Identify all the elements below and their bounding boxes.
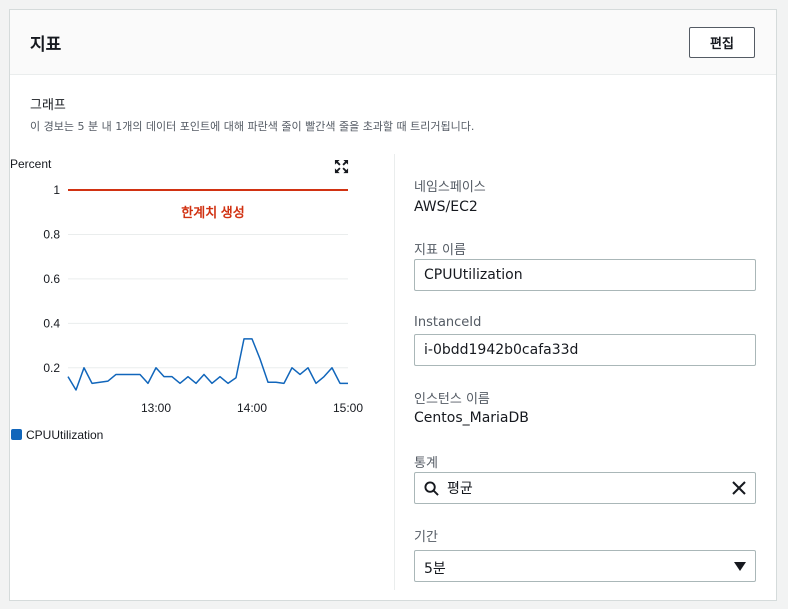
expand-icon[interactable] (334, 159, 349, 174)
y-tick-label: 0.8 (43, 227, 60, 241)
y-tick-label: 1 (53, 183, 60, 197)
x-tick-label: 14:00 (237, 401, 267, 415)
cpu-series-line (67, 338, 348, 391)
cpu-chart: Percent1 0.8 0.6 0.4 0.2 한계치 생성 13:00 14:00 15:0… (10, 157, 363, 442)
legend-swatch (11, 429, 22, 440)
metric-panel: 지표 편집 그래프 이 경보는 5 분 내 1개의 데이터 포인트에 대해 파란… (9, 9, 777, 601)
statistic-input[interactable] (447, 473, 717, 503)
instance-name-value: Centos_MariaDB (414, 410, 529, 426)
metric-name-label: 지표 이름 (414, 243, 466, 258)
threshold-label: 한계치 생성 (181, 205, 244, 220)
instance-name-label: 인스턴스 이름 (414, 392, 490, 407)
instance-id-label: InstanceId (414, 315, 482, 330)
edit-button[interactable]: 편집 (689, 27, 755, 58)
y-axis-label: Percent (10, 157, 52, 171)
statistic-search[interactable] (414, 472, 756, 504)
namespace-value: AWS/EC2 (414, 199, 478, 215)
close-icon[interactable] (731, 480, 747, 496)
section-divider (394, 154, 395, 590)
panel-title: 지표 (30, 35, 62, 55)
y-tick-label: 0.2 (43, 361, 60, 375)
metric-name-input[interactable] (414, 259, 756, 291)
y-tick-label: 0.4 (43, 316, 60, 330)
y-tick-label: 0.6 (43, 272, 60, 286)
period-select[interactable]: 5분 (414, 550, 756, 582)
period-value: 5분 (424, 561, 446, 577)
graph-description: 이 경보는 5 분 내 1개의 데이터 포인트에 대해 파란색 줄이 빨간색 줄… (30, 120, 475, 133)
chart-area: Percent 1 0.8 0.6 0.4 0.2 한계치 생성 13:00 14:00 15:0… (10, 150, 380, 450)
x-tick-label: 15:00 (333, 401, 363, 415)
x-tick-label: 13:00 (141, 401, 171, 415)
panel-header: 지표 편집 (10, 10, 776, 75)
period-label: 기간 (414, 530, 438, 545)
legend-label: CPUUtilization (26, 428, 103, 442)
caret-down-icon (734, 562, 746, 571)
statistic-label: 통계 (414, 456, 438, 471)
graph-section: 그래프 이 경보는 5 분 내 1개의 데이터 포인트에 대해 파란색 줄이 빨… (30, 94, 474, 134)
graph-heading: 그래프 (30, 98, 66, 113)
search-icon (424, 481, 439, 496)
instance-id-input[interactable] (414, 334, 756, 366)
namespace-label: 네임스페이스 (414, 180, 486, 195)
